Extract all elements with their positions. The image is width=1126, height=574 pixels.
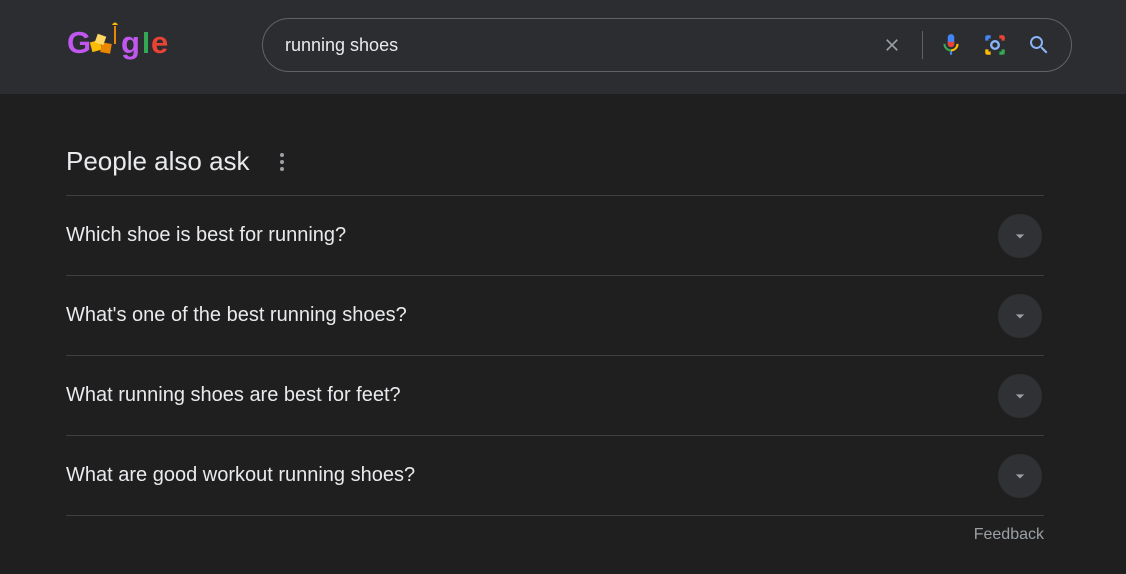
search-header: G g l e: [0, 0, 1126, 94]
divider: [922, 31, 923, 59]
search-input[interactable]: [285, 35, 870, 56]
chevron-down-icon[interactable]: [998, 374, 1042, 418]
svg-text:g: g: [121, 25, 140, 60]
google-logo[interactable]: G g l e: [66, 22, 204, 68]
paa-item[interactable]: Which shoe is best for running?: [66, 196, 1044, 276]
search-bar: [262, 18, 1072, 72]
paa-list: Which shoe is best for running? What's o…: [66, 195, 1044, 516]
paa-title: People also ask: [66, 146, 250, 177]
paa-question: What running shoes are best for feet?: [66, 384, 401, 407]
results-content: People also ask Which shoe is best for r…: [0, 94, 1126, 574]
svg-text:G: G: [67, 25, 91, 60]
feedback-link[interactable]: Feedback: [66, 516, 1044, 544]
paa-item[interactable]: What running shoes are best for feet?: [66, 356, 1044, 436]
more-options-icon[interactable]: [274, 147, 290, 177]
paa-header: People also ask: [66, 146, 1126, 177]
clear-icon[interactable]: [870, 23, 914, 67]
chevron-down-icon[interactable]: [998, 454, 1042, 498]
paa-question: Which shoe is best for running?: [66, 224, 346, 247]
image-search-icon[interactable]: [973, 23, 1017, 67]
search-actions: [870, 23, 1061, 67]
svg-text:l: l: [142, 28, 150, 60]
svg-text:e: e: [151, 25, 168, 60]
paa-question: What are good workout running shoes?: [66, 464, 415, 487]
chevron-down-icon[interactable]: [998, 214, 1042, 258]
voice-search-icon[interactable]: [929, 23, 973, 67]
paa-item[interactable]: What's one of the best running shoes?: [66, 276, 1044, 356]
paa-question: What's one of the best running shoes?: [66, 304, 407, 327]
chevron-down-icon[interactable]: [998, 294, 1042, 338]
paa-item[interactable]: What are good workout running shoes?: [66, 436, 1044, 516]
search-icon[interactable]: [1017, 23, 1061, 67]
